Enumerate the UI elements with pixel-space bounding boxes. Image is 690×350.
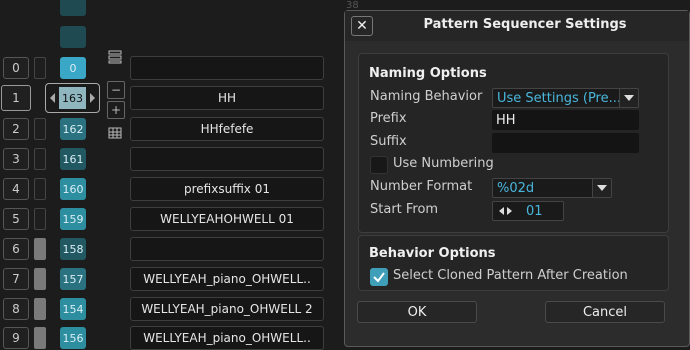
start-from-label: Start From [370,202,439,217]
row-mute-toggle[interactable] [34,148,46,170]
row-number[interactable]: 4 [3,178,29,200]
cancel-button[interactable]: Cancel [545,301,665,323]
row-mute-toggle[interactable] [34,268,46,290]
naming-options-heading: Naming Options [369,66,487,81]
pattern-name-field[interactable]: HH [130,86,324,110]
suffix-input[interactable] [492,133,639,153]
pattern-name-field[interactable]: prefixsuffix 01 [130,177,324,201]
pattern-cell[interactable]: 154 [60,298,86,320]
list-icon[interactable] [108,50,122,64]
pattern-cell-ghost [60,26,86,48]
behavior-options-group: Behavior Options Select Cloned Pattern A… [358,235,669,291]
next-pattern-arrow-icon[interactable] [90,93,95,103]
row-number[interactable]: 5 [3,208,29,230]
row-mute-toggle[interactable] [34,327,46,349]
naming-behavior-select[interactable]: Use Settings (Pre... [492,88,639,108]
row-number[interactable]: 9 [3,327,29,349]
use-numbering-checkbox[interactable] [370,156,388,174]
number-format-label: Number Format [370,179,473,194]
pattern-cell[interactable]: 0 [60,57,86,79]
row-number[interactable]: 7 [3,268,29,290]
select-cloned-label: Select Cloned Pattern After Creation [393,268,628,283]
row-number[interactable]: 1 [1,85,31,111]
start-from-spinbox[interactable]: 01 [492,201,564,221]
pattern-cell[interactable]: 161 [60,148,86,170]
pattern-cell[interactable]: 157 [60,268,86,290]
pattern-name-field[interactable]: WELLYEAH_piano_OHWELL.. [130,326,324,350]
row-mute-toggle[interactable] [34,118,46,140]
prefix-input[interactable]: HH [492,110,639,130]
dialog-titlebar: ✕ Pattern Sequencer Settings [345,11,689,41]
row-mute-toggle[interactable] [34,298,46,320]
pattern-name-field[interactable]: HHfefefe [130,117,324,141]
chevron-down-icon[interactable] [592,179,611,197]
row-number[interactable]: 0 [3,57,29,79]
pattern-name-field[interactable] [130,56,324,80]
close-button[interactable]: ✕ [351,16,373,36]
pattern-name-field[interactable] [130,237,324,261]
pattern-cell[interactable]: 159 [60,208,86,230]
row-mute-toggle[interactable] [34,178,46,200]
row-number[interactable]: 6 [3,238,29,260]
use-numbering-label: Use Numbering [393,156,494,171]
pattern-cell-ghost [60,0,86,16]
increment-arrow-icon[interactable] [507,207,512,215]
number-format-select[interactable]: %02d [492,178,612,198]
ok-button[interactable]: OK [357,301,477,323]
row-mute-toggle[interactable] [34,57,46,79]
pattern-name-field[interactable]: WELLYEAHOHWELL 01 [130,207,324,231]
pattern-cell[interactable]: 162 [60,118,86,140]
naming-options-group: Naming Options Naming Behavior Use Setti… [358,53,669,233]
pattern-name-field[interactable] [130,147,324,171]
decrement-arrow-icon[interactable] [499,207,504,215]
remove-pattern-button[interactable]: − [107,81,125,99]
pattern-selector[interactable]: 163 [45,83,100,113]
pattern-cell[interactable]: 158 [60,238,86,260]
naming-behavior-value: Use Settings (Pre... [497,90,622,106]
dialog-title: Pattern Sequencer Settings [423,17,627,32]
checkmark-icon [373,272,385,283]
chevron-down-icon[interactable] [619,89,638,107]
row-mute-toggle[interactable] [34,238,46,260]
select-cloned-checkbox[interactable] [370,268,388,286]
start-from-value: 01 [526,203,543,219]
behavior-options-heading: Behavior Options [369,246,496,261]
grid-icon[interactable] [108,126,122,140]
pattern-name-field[interactable]: WELLYEAH_piano_OHWELL 2 [130,297,324,321]
pattern-name-field[interactable]: WELLYEAH_piano_OHWELL.. [130,267,324,291]
pattern-value: 163 [59,87,86,109]
row-number[interactable]: 2 [3,118,29,140]
prefix-label: Prefix [370,111,407,126]
pattern-cell[interactable]: 160 [60,178,86,200]
row-number[interactable]: 3 [3,148,29,170]
number-format-value: %02d [497,180,535,196]
row-number[interactable]: 8 [3,298,29,320]
pattern-cell[interactable]: 156 [60,327,86,349]
previous-pattern-arrow-icon[interactable] [50,93,55,103]
suffix-label: Suffix [370,134,407,149]
naming-behavior-label: Naming Behavior [370,89,483,104]
close-icon: ✕ [356,18,368,34]
add-pattern-button[interactable]: + [107,101,125,119]
row-mute-toggle[interactable] [34,208,46,230]
settings-dialog: ✕ Pattern Sequencer Settings Naming Opti… [344,10,690,347]
